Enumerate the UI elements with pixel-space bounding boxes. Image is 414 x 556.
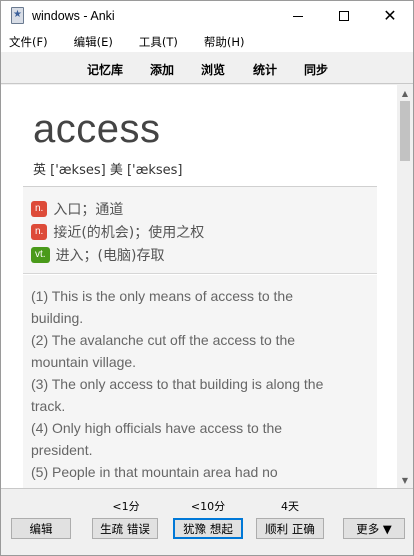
example-sentences: (1) This is the only means of access to … [23, 275, 377, 488]
maximize-icon [339, 11, 349, 21]
example-line: president. [31, 442, 93, 458]
again-button[interactable]: 生疏 错误 [92, 518, 158, 539]
example-line: (4) Only high officials have access to t… [31, 420, 283, 436]
pos-badge: n. [31, 224, 48, 240]
menu-edit[interactable]: 编辑(E) [72, 34, 115, 50]
main-toolbar: 记忆库 添加 浏览 统计 同步 [1, 54, 413, 84]
definition-row: n. 入口；通道 [31, 199, 123, 219]
maximize-button[interactable] [321, 1, 367, 31]
window-controls: ✕ [275, 1, 413, 31]
interval-again: <1分 [112, 500, 140, 513]
toolbar-stats[interactable]: 统计 [253, 61, 277, 78]
answer-bar: <1分 <10分 4天 编辑 生疏 错误 犹豫 想起 顺利 正确 更多 ▼ [1, 488, 413, 555]
minimize-button[interactable] [275, 1, 321, 31]
interval-hard: <10分 [190, 500, 226, 513]
toolbar-add[interactable]: 添加 [150, 61, 174, 78]
edit-button[interactable]: 编辑 [11, 518, 71, 539]
minimize-icon [293, 15, 303, 17]
scroll-down-arrow-icon[interactable]: ▼ [397, 472, 413, 488]
toolbar-sync[interactable]: 同步 [304, 61, 328, 78]
definition-text: 进入；(电脑)存取 [55, 248, 165, 264]
example-line: (3) The only access to that building is … [31, 376, 324, 392]
menu-tools[interactable]: 工具(T) [137, 34, 180, 50]
hard-button[interactable]: 犹豫 想起 [173, 518, 243, 539]
anki-app-icon: ★ [10, 7, 26, 25]
card-word: access [33, 107, 161, 151]
menu-help[interactable]: 帮助(H) [202, 34, 247, 50]
window-title: windows - Anki [32, 9, 115, 23]
example-line: mountain village. [31, 354, 137, 370]
definition-text: 接近(的机会)；使用之权 [53, 225, 205, 241]
definitions: n. 入口；通道 n. 接近(的机会)；使用之权 vt. 进入；(电脑)存取 [23, 187, 377, 274]
anki-window: ★ windows - Anki ✕ 文件(F) 编辑(E) 工具(T) 帮助(… [0, 0, 414, 556]
definition-row: vt. 进入；(电脑)存取 [31, 245, 165, 265]
card-view: access 英 ['ækses] 美 ['ækses] n. 入口；通道 n.… [1, 85, 397, 488]
definition-text: 入口；通道 [53, 202, 124, 218]
close-button[interactable]: ✕ [367, 1, 413, 31]
card-phonetic: 英 ['ækses] 美 ['ækses] [33, 163, 183, 178]
example-line: (2) The avalanche cut off the access to … [31, 332, 296, 348]
example-line: track. [31, 398, 66, 414]
scroll-up-arrow-icon[interactable]: ▲ [397, 85, 413, 101]
toolbar-decks[interactable]: 记忆库 [87, 61, 123, 78]
more-button[interactable]: 更多 ▼ [343, 518, 405, 539]
title-bar[interactable]: ★ windows - Anki ✕ [1, 1, 413, 31]
example-line: (5) People in that mountain area had no [31, 464, 278, 480]
pos-badge: vt. [31, 247, 50, 263]
card-scrollbar[interactable]: ▲ ▼ [397, 85, 413, 488]
example-line: building. [31, 310, 84, 326]
definition-row: n. 接近(的机会)；使用之权 [31, 222, 204, 242]
close-icon: ✕ [383, 6, 397, 25]
toolbar-browse[interactable]: 浏览 [201, 61, 225, 78]
good-button[interactable]: 顺利 正确 [256, 518, 324, 539]
menu-bar: 文件(F) 编辑(E) 工具(T) 帮助(H) [1, 31, 413, 53]
pos-badge: n. [31, 201, 48, 217]
menu-file[interactable]: 文件(F) [7, 34, 50, 50]
scroll-thumb[interactable] [400, 101, 410, 161]
interval-good: 4天 [281, 500, 299, 513]
example-line: (1) This is the only means of access to … [31, 288, 293, 304]
card-header: access 英 ['ækses] 美 ['ækses] [23, 101, 377, 187]
